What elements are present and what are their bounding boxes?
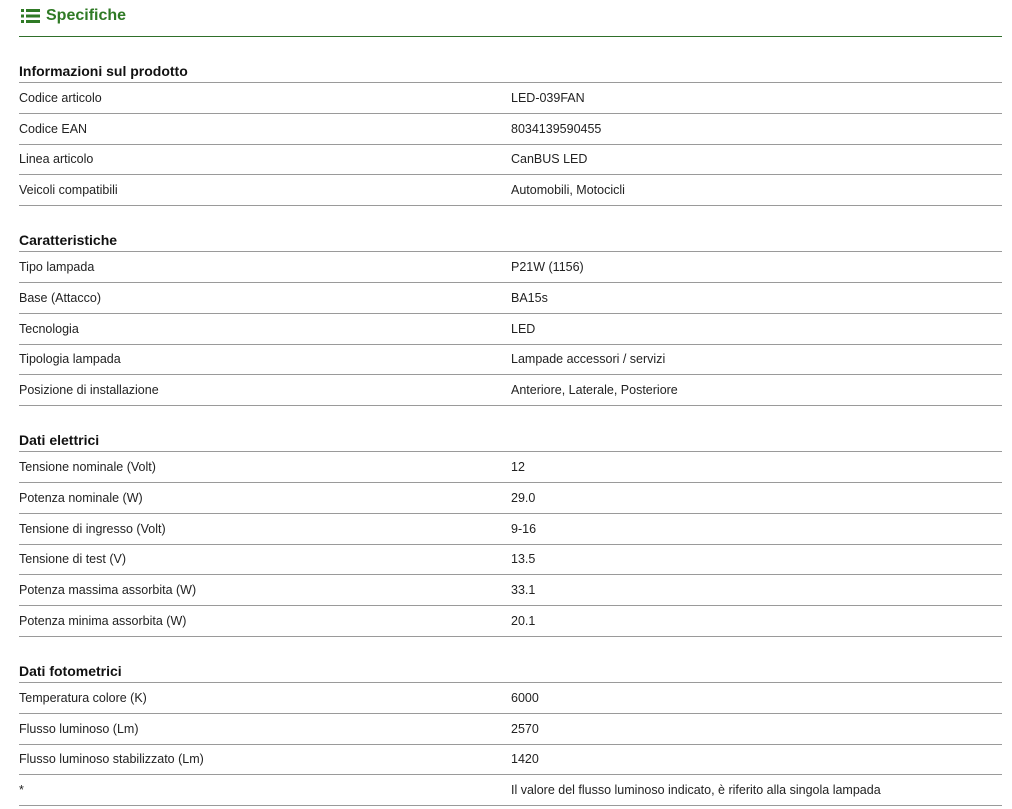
spec-row: * Il valore del flusso luminoso indicato,… xyxy=(19,775,1002,807)
spec-value: LED xyxy=(511,321,536,336)
spec-label: Potenza minima assorbita (W) xyxy=(19,614,187,629)
spec-label: Tensione nominale (Volt) xyxy=(19,460,156,475)
spec-value: 2570 xyxy=(511,721,539,736)
spec-value: LED-039FAN xyxy=(511,90,585,105)
spec-value: 33.1 xyxy=(511,583,536,598)
spec-row: Potenza nominale (W) 29.0 xyxy=(19,483,1002,514)
spec-label: * xyxy=(19,783,24,798)
spec-value: CanBUS LED xyxy=(511,152,588,167)
spec-value: Il valore del flusso luminoso indicato, … xyxy=(511,783,881,798)
spec-label: Codice articolo xyxy=(19,90,102,105)
spec-value: P21W (1156) xyxy=(511,260,584,275)
spec-value: 6000 xyxy=(511,690,539,705)
spec-label: Temperatura colore (K) xyxy=(19,690,147,705)
spec-row: Linea articolo CanBUS LED xyxy=(19,145,1002,176)
spec-label: Base (Attacco) xyxy=(19,290,101,305)
spec-row: Potenza minima assorbita (W) 20.1 xyxy=(19,606,1002,637)
spec-row: Codice articolo LED-039FAN xyxy=(19,83,1002,114)
section-title: Informazioni sul prodotto xyxy=(19,37,1002,83)
spec-label: Flusso luminoso stabilizzato (Lm) xyxy=(19,752,204,767)
spec-value: 20.1 xyxy=(511,614,536,629)
spec-row: Tipo lampada P21W (1156) xyxy=(19,252,1002,283)
spec-label: Tipo lampada xyxy=(19,260,95,275)
section-title: Dati elettrici xyxy=(19,406,1002,453)
spec-value: 29.0 xyxy=(511,490,536,505)
specs-table: Informazioni sul prodotto Codice articolo… xyxy=(19,37,1002,807)
spec-label: Linea articolo xyxy=(19,152,94,167)
spec-label: Flusso luminoso (Lm) xyxy=(19,721,139,736)
spec-row: Flusso luminoso stabilizzato (Lm) 1420 xyxy=(19,745,1002,776)
specs-header: Specifiche xyxy=(19,0,1002,37)
spec-label: Tensione di test (V) xyxy=(19,552,126,567)
spec-value: Anteriore, Laterale, Posteriore xyxy=(511,383,678,398)
spec-row: Temperatura colore (K) 6000 xyxy=(19,683,1002,714)
spec-row: Posizione di installazione Anteriore, Lat… xyxy=(19,375,1002,407)
spec-row: Potenza massima assorbita (W) 33.1 xyxy=(19,575,1002,607)
spec-value: 13.5 xyxy=(511,552,536,567)
spec-label: Tecnologia xyxy=(19,321,79,336)
section-title: Caratteristiche xyxy=(19,206,1002,253)
spec-label: Veicoli compatibili xyxy=(19,183,118,198)
spec-label: Tipologia lampada xyxy=(19,352,121,367)
spec-label: Tensione di ingresso (Volt) xyxy=(19,521,166,536)
list-icon xyxy=(21,8,41,24)
page-title: Specifiche xyxy=(46,7,127,24)
spec-row: Flusso luminoso (Lm) 2570 xyxy=(19,714,1002,745)
spec-label: Potenza massima assorbita (W) xyxy=(19,583,197,598)
spec-value: 1420 xyxy=(511,752,539,767)
spec-label: Codice EAN xyxy=(19,121,88,136)
spec-row: Tensione di test (V) 13.5 xyxy=(19,545,1002,576)
spec-label: Potenza nominale (W) xyxy=(19,490,143,505)
spec-row: Codice EAN 8034139590455 xyxy=(19,114,1002,145)
spec-row: Tensione nominale (Volt) 12 xyxy=(19,452,1002,483)
spec-row: Veicoli compatibili Automobili, Motocicli xyxy=(19,175,1002,207)
spec-row: Tipologia lampada Lampade accessori / ser… xyxy=(19,345,1002,376)
spec-value: BA15s xyxy=(511,290,548,305)
spec-value: Automobili, Motocicli xyxy=(511,183,625,198)
spec-row: Tensione di ingresso (Volt) 9-16 xyxy=(19,514,1002,545)
section-title: Dati fotometrici xyxy=(19,637,1002,683)
spec-value: Lampade accessori / servizi xyxy=(511,352,666,367)
spec-value: 9-16 xyxy=(511,521,537,536)
spec-row: Base (Attacco) BA15s xyxy=(19,283,1002,314)
spec-value: 8034139590455 xyxy=(511,121,602,136)
spec-row: Tecnologia LED xyxy=(19,314,1002,345)
spec-label: Posizione di installazione xyxy=(19,383,159,398)
specs-panel: Specifiche Informazioni sul prodotto Codi… xyxy=(0,0,1012,809)
spec-value: 12 xyxy=(511,460,525,475)
